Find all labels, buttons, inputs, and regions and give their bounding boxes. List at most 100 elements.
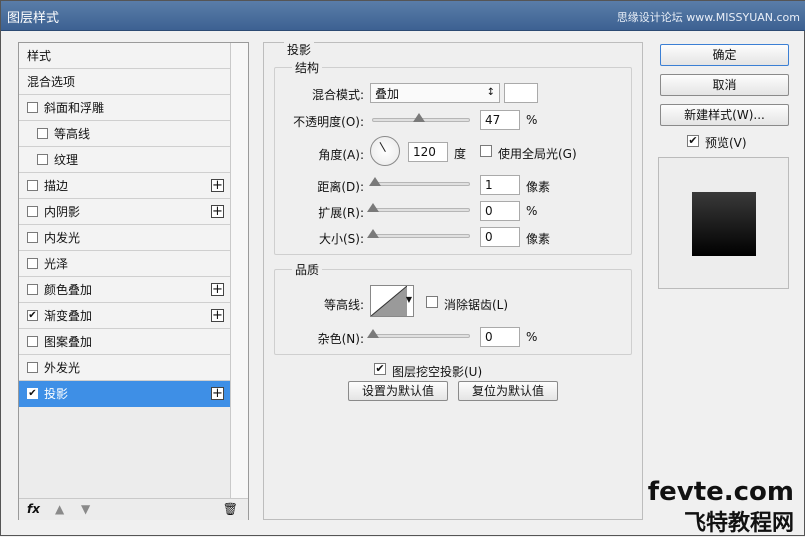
contour-dropdown-icon[interactable]: ▼ xyxy=(406,295,412,304)
angle-dial[interactable] xyxy=(370,136,400,166)
style-item[interactable]: 混合选项 xyxy=(19,69,230,95)
shadow-color-swatch[interactable] xyxy=(504,83,538,103)
style-item-checkbox[interactable] xyxy=(27,258,38,269)
style-item[interactable]: 内阴影 + xyxy=(19,199,230,225)
noise-input[interactable]: 0 xyxy=(480,327,520,347)
reset-default-button[interactable]: 复位为默认值 xyxy=(458,381,558,401)
add-icon[interactable]: + xyxy=(211,179,224,192)
trash-icon[interactable]: 🗑 xyxy=(223,502,238,516)
style-item-checkbox[interactable]: ✔ xyxy=(27,388,38,399)
style-item[interactable]: 样式 xyxy=(19,43,230,69)
spread-label: 扩展(R): xyxy=(318,206,364,220)
angle-input[interactable]: 120 xyxy=(408,142,448,162)
distance-slider[interactable] xyxy=(369,177,470,186)
angle-dial-needle xyxy=(379,141,386,152)
add-icon[interactable]: + xyxy=(211,205,224,218)
style-item[interactable]: 光泽 xyxy=(19,251,230,277)
style-item-label: 光泽 xyxy=(44,257,69,271)
updown-chevron-icon: ↕ xyxy=(486,87,495,98)
styles-list: 样式混合选项斜面和浮雕等高线纹理描边 + 内阴影 + 内发光光泽颜色叠加 + ✔ 渐变叠加 + 图… xyxy=(19,43,230,407)
style-item[interactable]: 颜色叠加 + xyxy=(19,277,230,303)
style-item[interactable]: 描边 + xyxy=(19,173,230,199)
style-item-checkbox[interactable] xyxy=(27,362,38,373)
style-item-checkbox[interactable]: ✔ xyxy=(27,310,38,321)
watermark-site: fevte.com xyxy=(647,477,794,507)
preview-checkbox[interactable]: ✔ xyxy=(687,135,699,147)
drop-shadow-panel: 投影 结构 混合模式: 叠加 ↕ 不透明度(O): 47 % 角度(A): 12… xyxy=(263,41,643,520)
new-style-button[interactable]: 新建样式(W)... xyxy=(660,104,789,126)
preview-label: 预览(V) xyxy=(705,136,747,150)
style-item[interactable]: 斜面和浮雕 xyxy=(19,95,230,121)
contour-label: 等高线: xyxy=(323,298,364,312)
window-title: 图层样式 xyxy=(7,11,60,26)
size-unit: 像素 xyxy=(526,232,551,246)
size-input[interactable]: 0 xyxy=(480,227,520,247)
style-item[interactable]: 内发光 xyxy=(19,225,230,251)
knockout-checkbox[interactable]: ✔ xyxy=(374,363,386,375)
style-item-checkbox[interactable] xyxy=(27,102,38,113)
style-item-checkbox[interactable] xyxy=(27,232,38,243)
spread-unit: % xyxy=(526,204,538,218)
quality-title: 品质 xyxy=(292,261,323,278)
style-item-label: 混合选项 xyxy=(27,75,76,89)
ok-button[interactable]: 确定 xyxy=(660,44,789,66)
noise-unit: % xyxy=(526,330,538,344)
move-up-icon[interactable]: ▲ xyxy=(55,502,64,516)
opacity-label: 不透明度(O): xyxy=(293,115,364,129)
anti-alias-label: 消除锯齿(L) xyxy=(444,298,509,312)
style-item-checkbox[interactable] xyxy=(27,284,38,295)
distance-input[interactable]: 1 xyxy=(480,175,520,195)
spread-input[interactable]: 0 xyxy=(480,201,520,221)
size-slider-thumb[interactable] xyxy=(367,229,379,238)
style-item-label: 等高线 xyxy=(54,127,91,141)
style-item-label: 图案叠加 xyxy=(44,335,93,349)
style-item-checkbox[interactable] xyxy=(27,206,38,217)
style-item[interactable]: 纹理 xyxy=(19,147,230,173)
spread-slider-thumb[interactable] xyxy=(367,203,379,212)
opacity-slider-thumb[interactable] xyxy=(413,113,426,122)
styles-list-scrollbar[interactable] xyxy=(230,43,248,498)
style-item-checkbox[interactable] xyxy=(37,128,48,139)
style-item-checkbox[interactable] xyxy=(37,154,48,165)
distance-slider-thumb[interactable] xyxy=(369,177,381,186)
add-icon[interactable]: + xyxy=(211,283,224,296)
preview-area xyxy=(658,157,789,289)
style-item[interactable]: 外发光 xyxy=(19,355,230,381)
watermark-top: 思缘设计论坛 www.MISSYUAN.com xyxy=(616,11,800,24)
contour-picker[interactable]: ▼ xyxy=(370,285,414,317)
styles-list-footer: fx ▲ ▼ 🗑 xyxy=(19,498,248,520)
style-item[interactable]: 等高线 xyxy=(19,121,230,147)
preview-thumbnail xyxy=(692,192,756,256)
blend-mode-label: 混合模式: xyxy=(311,88,364,102)
opacity-slider[interactable] xyxy=(372,113,470,122)
angle-label: 角度(A): xyxy=(318,148,364,162)
title-bar[interactable]: 图层样式 思缘设计论坛 www.MISSYUAN.com xyxy=(1,1,805,31)
size-slider[interactable] xyxy=(367,229,470,238)
global-light-checkbox[interactable] xyxy=(480,145,492,157)
style-item-checkbox[interactable] xyxy=(27,336,38,347)
blend-mode-select[interactable]: 叠加 ↕ xyxy=(370,83,500,103)
add-icon[interactable]: + xyxy=(211,309,224,322)
styles-list-panel: 样式混合选项斜面和浮雕等高线纹理描边 + 内阴影 + 内发光光泽颜色叠加 + ✔ 渐变叠加 + 图… xyxy=(18,42,249,520)
move-down-icon[interactable]: ▼ xyxy=(81,502,90,516)
style-item[interactable]: 图案叠加 xyxy=(19,329,230,355)
noise-slider-thumb[interactable] xyxy=(367,329,379,338)
opacity-input[interactable]: 47 xyxy=(480,110,520,130)
angle-unit: 度 xyxy=(454,147,467,161)
fx-icon[interactable]: fx xyxy=(27,502,40,516)
noise-slider[interactable] xyxy=(367,329,470,338)
make-default-button[interactable]: 设置为默认值 xyxy=(348,381,448,401)
style-item-label: 渐变叠加 xyxy=(44,309,93,323)
cancel-button[interactable]: 取消 xyxy=(660,74,789,96)
style-item-label: 纹理 xyxy=(54,153,79,167)
opacity-unit: % xyxy=(526,113,538,127)
style-item-label: 内发光 xyxy=(44,231,81,245)
style-item[interactable]: ✔ 投影 + xyxy=(19,381,230,407)
blend-mode-value: 叠加 xyxy=(375,87,400,101)
anti-alias-checkbox[interactable] xyxy=(426,296,438,308)
distance-unit: 像素 xyxy=(526,180,551,194)
add-icon[interactable]: + xyxy=(211,387,224,400)
spread-slider[interactable] xyxy=(367,203,470,212)
style-item-checkbox[interactable] xyxy=(27,180,38,191)
style-item[interactable]: ✔ 渐变叠加 + xyxy=(19,303,230,329)
